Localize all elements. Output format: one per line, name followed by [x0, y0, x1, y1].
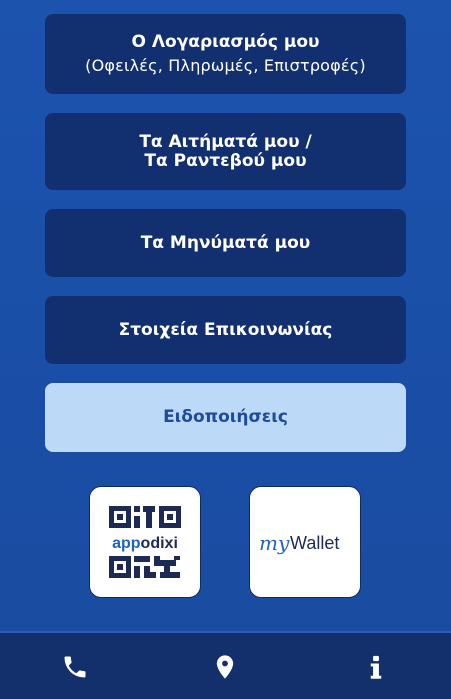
my-messages-button[interactable]: Τα Μηνύματά μου	[45, 209, 406, 277]
mywallet-wallet: Wallet	[290, 533, 339, 553]
my-messages-label: Τα Μηνύματά μου	[140, 232, 311, 253]
bottom-navigation-bar	[0, 631, 451, 699]
notifications-button[interactable]: Ειδοποιήσεις	[45, 383, 406, 452]
mywallet-my: my	[259, 531, 290, 555]
svg-text:appodixi: appodixi	[112, 535, 178, 552]
mywallet-tile[interactable]: my Wallet	[249, 486, 361, 598]
my-account-title: Ο Λογαριασμός μου	[131, 32, 320, 52]
my-requests-button[interactable]: Τα Αιτήματά μου / Τα Ραντεβού μου	[45, 113, 406, 190]
notifications-label: Ειδοποιήσεις	[163, 407, 288, 427]
phone-icon[interactable]	[61, 653, 89, 681]
appodixi-logo-icon: appodixi	[109, 506, 181, 578]
appodixi-tile[interactable]: appodixi	[89, 486, 201, 598]
my-requests-line1: Τα Αιτήματά μου /	[139, 131, 312, 152]
contact-info-label: Στοιχεία Επικοινωνίας	[118, 319, 333, 340]
appodixi-suffix: odixi	[141, 535, 178, 552]
contact-info-button[interactable]: Στοιχεία Επικοινωνίας	[45, 296, 406, 364]
my-requests-line2: Τα Ραντεβού μου	[144, 150, 307, 171]
my-account-subtitle: (Οφειλές, Πληρωμές, Επιστροφές)	[85, 56, 366, 75]
my-account-button[interactable]: Ο Λογαριασμός μου (Οφειλές, Πληρωμές, Επ…	[45, 14, 406, 94]
appodixi-prefix: app	[112, 535, 141, 552]
mywallet-logo-icon: my Wallet	[259, 531, 339, 555]
location-pin-icon[interactable]	[211, 653, 239, 681]
info-icon[interactable]	[362, 653, 390, 681]
